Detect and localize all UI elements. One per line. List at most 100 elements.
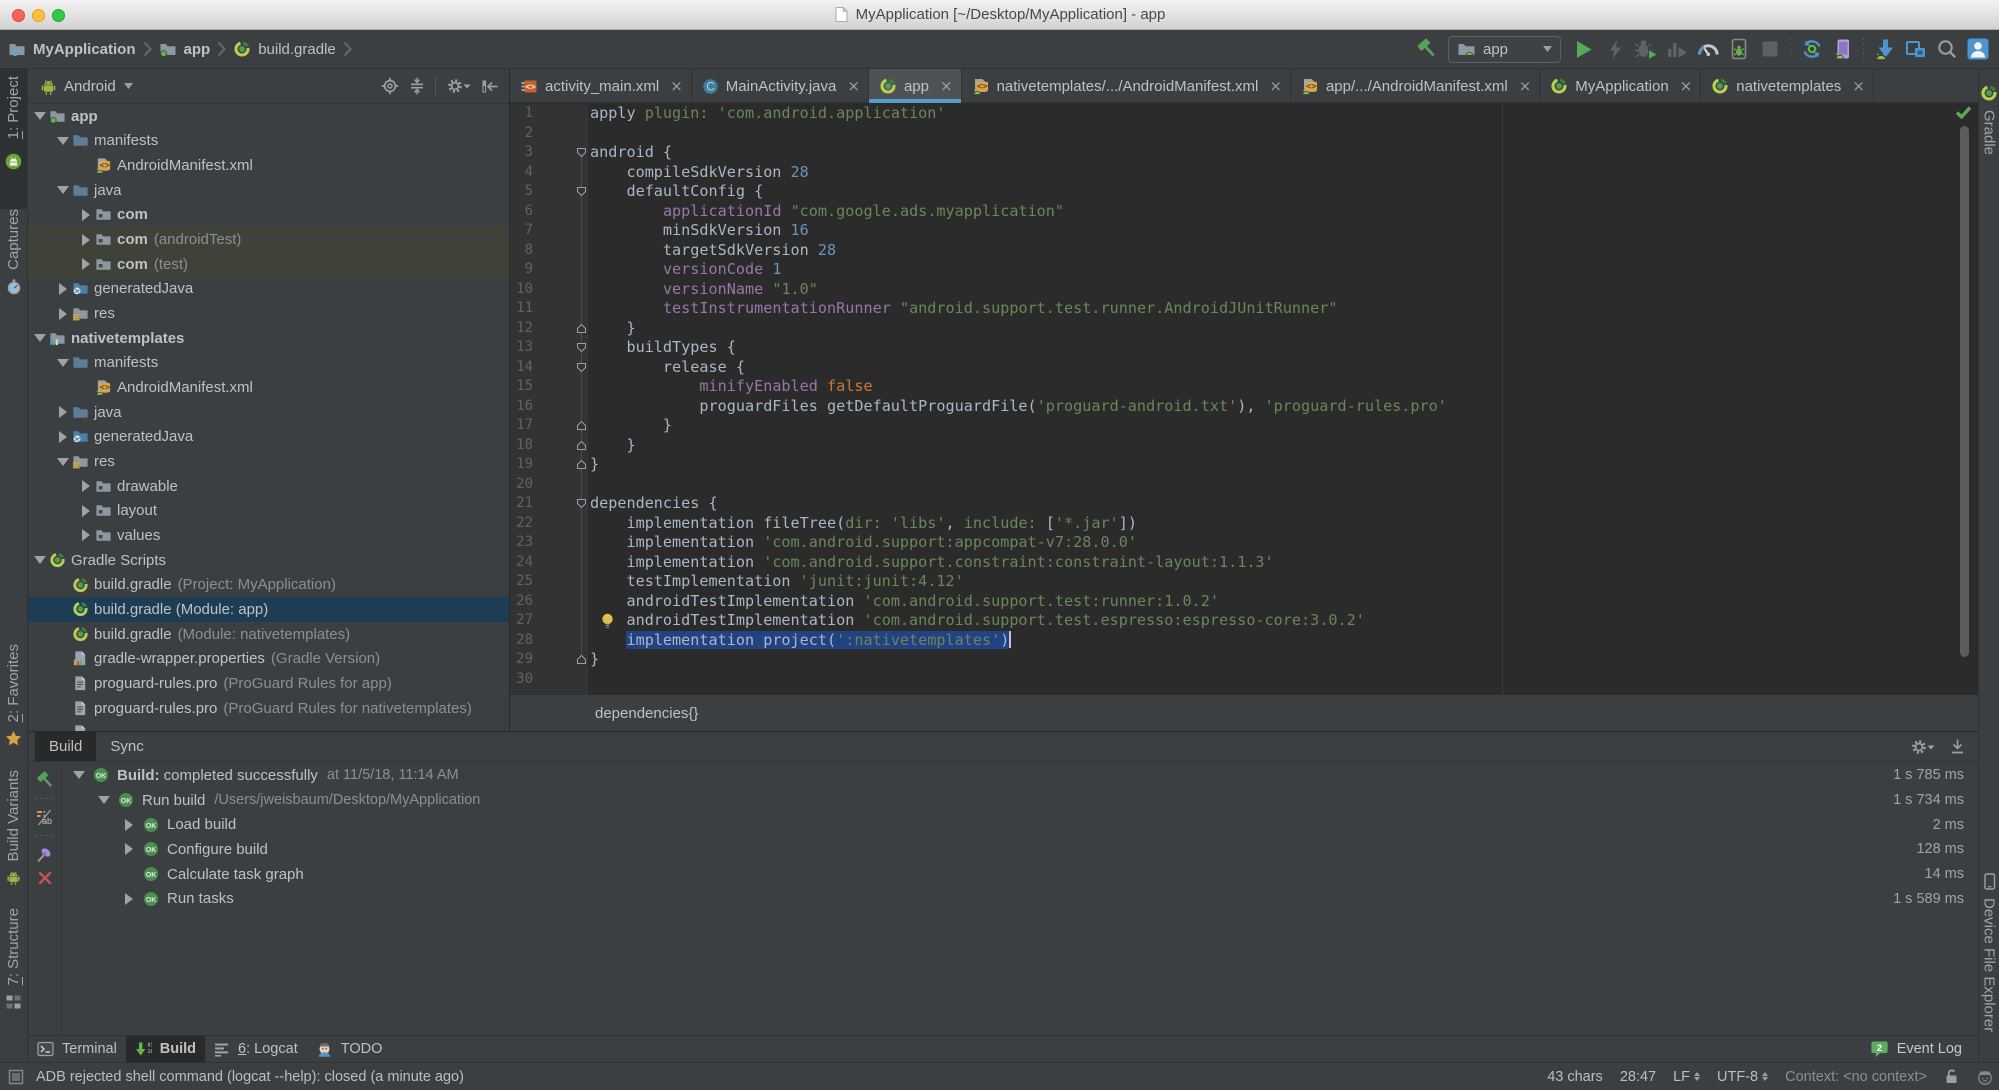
editor-scrollbar-thumb[interactable] (1960, 126, 1969, 657)
fold-start-icon[interactable] (576, 362, 587, 373)
expanded-arrow-icon[interactable] (95, 796, 112, 805)
profile-button[interactable] (1661, 36, 1692, 62)
settings-gear-icon[interactable] (1910, 738, 1935, 756)
expanded-arrow-icon[interactable] (31, 556, 48, 565)
tree-row[interactable]: build.gradle (Project: MyApplication) (28, 572, 509, 597)
build-tree-row[interactable]: OK Run tasks 1 s 589 ms (62, 886, 1978, 911)
breadcrumb-item[interactable]: app (159, 41, 210, 58)
tree-row[interactable]: manifests (28, 129, 509, 154)
file-encoding[interactable]: UTF-8 (1717, 1069, 1769, 1085)
collapsed-arrow-icon[interactable] (54, 282, 71, 295)
breadcrumb-item[interactable]: MyApplication (8, 41, 136, 58)
tree-row[interactable]: layout (28, 499, 509, 524)
make-project-button[interactable] (1410, 36, 1441, 62)
editor-tab[interactable]: <> app/.../AndroidManifest.xml × (1291, 69, 1541, 103)
expanded-arrow-icon[interactable] (54, 358, 71, 367)
tree-row[interactable]: res (28, 449, 509, 474)
collapsed-arrow-icon[interactable] (77, 504, 94, 517)
tree-row[interactable]: java (28, 178, 509, 203)
build-panel-tab[interactable]: Build (35, 732, 97, 761)
build-tree-row[interactable]: OK Configure build 128 ms (62, 837, 1978, 862)
fold-start-icon[interactable] (576, 342, 587, 353)
tree-row[interactable]: java (28, 400, 509, 425)
tree-row[interactable]: res (28, 301, 509, 326)
sync-gradle-button[interactable] (1796, 36, 1827, 62)
collapsed-arrow-icon[interactable] (120, 818, 137, 831)
rerun-build-icon[interactable] (33, 768, 57, 792)
pin-icon[interactable] (33, 842, 57, 866)
context-indicator[interactable]: Context: <no context> (1785, 1069, 1927, 1085)
toolwindow-button-build[interactable]: 0110 Build (125, 1036, 206, 1062)
tree-row[interactable]: com (28, 203, 509, 228)
toolwindow-button--logcat[interactable]: 6: Logcat (205, 1036, 307, 1062)
apply-changes-button[interactable] (1599, 36, 1630, 62)
tree-row[interactable]: proguard-rules.pro (ProGuard Rules for na… (28, 696, 509, 721)
event-log-button[interactable]: Event Log (1897, 1041, 1962, 1057)
tree-row[interactable]: <> AndroidManifest.xml (28, 375, 509, 400)
tree-row[interactable]: nativetemplates (28, 326, 509, 351)
collapsed-arrow-icon[interactable] (54, 406, 71, 419)
editor-tab[interactable]: MyApplication × (1540, 69, 1702, 103)
collapsed-arrow-icon[interactable] (77, 529, 94, 542)
stripe-button-favorites[interactable]: 2: Favorites (0, 637, 27, 754)
profiler-button[interactable] (1692, 36, 1723, 62)
settings-gear-icon[interactable] (446, 77, 471, 95)
build-tree-row[interactable]: OK Load build 2 ms (62, 812, 1978, 837)
collapsed-arrow-icon[interactable] (77, 480, 94, 493)
scroll-to-end-icon[interactable] (1949, 738, 1966, 755)
tree-row[interactable]: <> AndroidManifest.xml (28, 153, 509, 178)
tree-row[interactable]: build.gradle (Module: nativetemplates) (28, 622, 509, 647)
run-configuration-selector[interactable]: app (1448, 35, 1561, 63)
search-everywhere-button[interactable] (1931, 36, 1962, 62)
run-button[interactable] (1568, 36, 1599, 62)
build-tree-row[interactable]: OK Run build/Users/jweisbaum/Desktop/MyAp… (62, 788, 1978, 813)
expanded-arrow-icon[interactable] (70, 771, 87, 780)
tree-row[interactable]: generatedJava (28, 425, 509, 450)
lock-icon[interactable] (1944, 1068, 1959, 1085)
status-message[interactable]: ADB rejected shell command (logcat --hel… (36, 1069, 464, 1085)
tree-row[interactable]: values (28, 523, 509, 548)
tree-row[interactable]: com (androidTest) (28, 227, 509, 252)
expanded-arrow-icon[interactable] (54, 457, 71, 466)
tree-row[interactable]: drawable (28, 474, 509, 499)
avd-manager-button[interactable] (1827, 36, 1858, 62)
close-tab-icon[interactable]: × (1519, 77, 1532, 95)
collapsed-arrow-icon[interactable] (120, 843, 137, 856)
editor-tab[interactable]: <> nativetemplates/.../AndroidManifest.xm… (962, 69, 1291, 103)
fold-end-icon[interactable] (576, 323, 587, 334)
stripe-button-structure[interactable]: 7: Structure (0, 901, 27, 1018)
toolwindow-button-terminal[interactable]: Terminal (28, 1036, 126, 1062)
tree-row[interactable]: Gradle Scripts (28, 548, 509, 573)
collapsed-arrow-icon[interactable] (77, 208, 94, 221)
expanded-arrow-icon[interactable] (54, 186, 71, 195)
fold-end-icon[interactable] (576, 420, 587, 431)
close-tab-icon[interactable]: × (1680, 77, 1693, 95)
line-separator[interactable]: LF (1673, 1069, 1701, 1085)
tree-row[interactable]: build.gradle (Module: app) (28, 597, 509, 622)
toolwindow-toggle-icon[interactable] (8, 1069, 24, 1085)
build-panel-tab[interactable]: Sync (96, 732, 157, 761)
filter-icon[interactable]: ab (33, 805, 57, 829)
editor-tab[interactable]: <> activity_main.xml × (510, 69, 692, 103)
collapsed-arrow-icon[interactable] (120, 892, 137, 905)
inspections-profile-icon[interactable] (1976, 1068, 1994, 1086)
close-tab-icon[interactable]: × (847, 77, 860, 95)
fold-end-icon[interactable] (576, 654, 587, 665)
tree-row[interactable]: generatedJava (28, 277, 509, 302)
collapsed-arrow-icon[interactable] (54, 307, 71, 320)
collapse-all-icon[interactable] (408, 77, 426, 95)
collapsed-arrow-icon[interactable] (77, 258, 94, 271)
stripe-button-gradle[interactable]: Gradle (1979, 77, 1999, 162)
close-tab-icon[interactable]: × (940, 77, 953, 95)
stripe-button-device-file-explorer[interactable]: Device File Explorer (1979, 866, 1999, 1039)
inspections-ok-icon[interactable] (1955, 105, 1972, 119)
expanded-arrow-icon[interactable] (31, 112, 48, 121)
sdk-manager-button[interactable] (1869, 36, 1900, 62)
stripe-button-captures[interactable]: Captures (0, 202, 27, 302)
tree-row[interactable]: manifests (28, 351, 509, 376)
tree-row[interactable]: com (test) (28, 251, 509, 277)
fold-start-icon[interactable] (576, 186, 587, 197)
close-tab-icon[interactable]: × (1269, 77, 1282, 95)
stripe-button-build-variants[interactable]: Build Variants (0, 763, 27, 893)
locate-file-icon[interactable] (381, 77, 399, 95)
